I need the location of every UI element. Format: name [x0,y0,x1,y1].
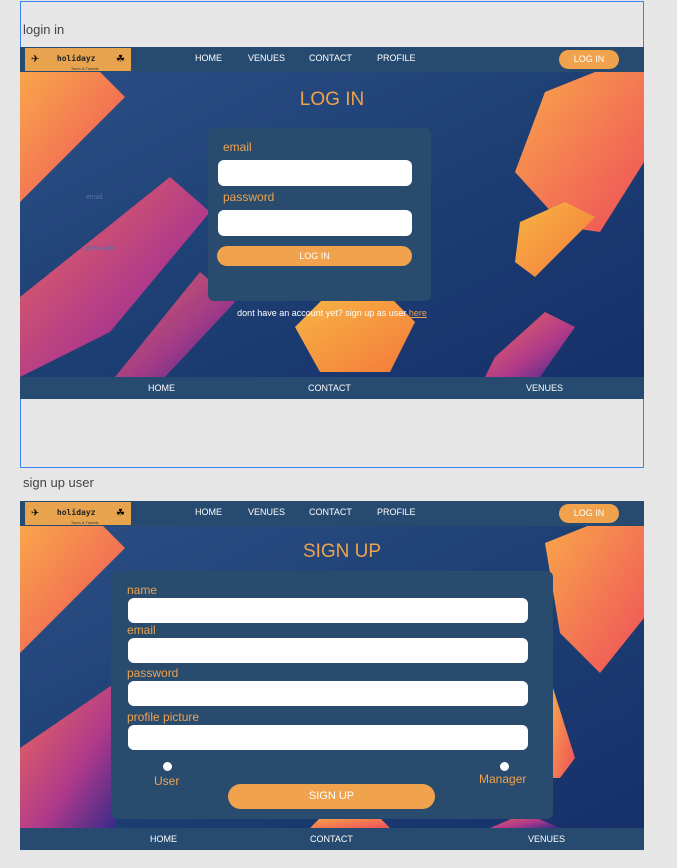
email-label: email [223,140,252,154]
nav-venues[interactable]: VENUES [248,507,285,517]
signup-screen: ✈ holidayz Tours & Travels ☘ HOME VENUES… [20,501,644,852]
nav-login-button[interactable]: LOG IN [559,504,619,523]
footer-home[interactable]: HOME [150,834,177,844]
artboard-label-signup: sign up user [23,475,94,490]
footer-home[interactable]: HOME [148,383,175,393]
nav-profile[interactable]: PROFILE [377,507,416,517]
password-label: password [223,190,275,204]
nav-venues[interactable]: VENUES [248,53,285,63]
top-navbar: ✈ holidayz Tours & Travels ☘ HOME VENUES… [20,47,644,72]
nav-profile[interactable]: PROFILE [377,53,416,63]
nav-home[interactable]: HOME [195,53,222,63]
password-field[interactable] [128,681,528,706]
brand-logo[interactable]: ✈ holidayz Tours & Travels ☘ [25,502,131,525]
palm-tree-icon: ☘ [116,54,125,65]
name-field[interactable] [128,598,528,623]
ghost-password-text: password [86,245,116,252]
email-field[interactable] [218,160,412,186]
role-user-label: User [154,774,180,788]
brand-tagline: Tours & Travels [70,66,99,71]
nav-contact[interactable]: CONTACT [309,507,352,517]
email-label: email [127,623,156,637]
profile-picture-label: profile picture [127,710,200,724]
brand-logo[interactable]: ✈ holidayz Tours & Travels ☘ [25,48,131,71]
palm-icon: ✈ [31,54,40,65]
login-screen: email password ✈ holidayz Tours & Travel… [20,47,644,399]
footer-contact[interactable]: CONTACT [310,834,353,844]
brand-name: holidayz [56,54,96,63]
nav-home[interactable]: HOME [195,507,222,517]
role-user-radio[interactable] [163,762,172,771]
nav-login-button[interactable]: LOG IN [559,50,619,69]
footer-venues[interactable]: VENUES [528,834,565,844]
signup-link[interactable]: here [409,308,427,318]
footer-bar: HOME CONTACT VENUES [20,377,644,399]
brand-name: holidayz [56,508,96,517]
signup-prompt-text: dont have an account yet? sign up as use… [237,308,407,318]
ghost-email-text: email [86,194,103,201]
nav-contact[interactable]: CONTACT [309,53,352,63]
signup-panel: name email password profile picture User… [111,571,553,819]
login-panel: email password LOG IN [208,128,431,301]
profile-picture-field[interactable] [128,725,528,750]
login-submit-button[interactable]: LOG IN [217,246,412,266]
footer-contact[interactable]: CONTACT [308,383,351,393]
footer-bar: HOME CONTACT VENUES [20,828,644,850]
name-label: name [127,583,158,597]
top-navbar: ✈ holidayz Tours & Travels ☘ HOME VENUES… [20,501,644,526]
signup-submit-button[interactable]: SIGN UP [228,784,435,809]
email-field[interactable] [128,638,528,663]
palm-icon: ✈ [31,508,40,519]
page-title: LOG IN [299,89,365,110]
signup-prompt: dont have an account yet? sign up as use… [20,308,644,318]
role-manager-radio[interactable] [500,762,509,771]
page-title: SIGN UP [302,541,382,562]
password-field[interactable] [218,210,412,236]
palm-tree-icon: ☘ [116,508,125,519]
footer-venues[interactable]: VENUES [526,383,563,393]
password-label: password [127,666,179,680]
role-manager-label: Manager [479,772,527,786]
brand-tagline: Tours & Travels [70,520,99,525]
